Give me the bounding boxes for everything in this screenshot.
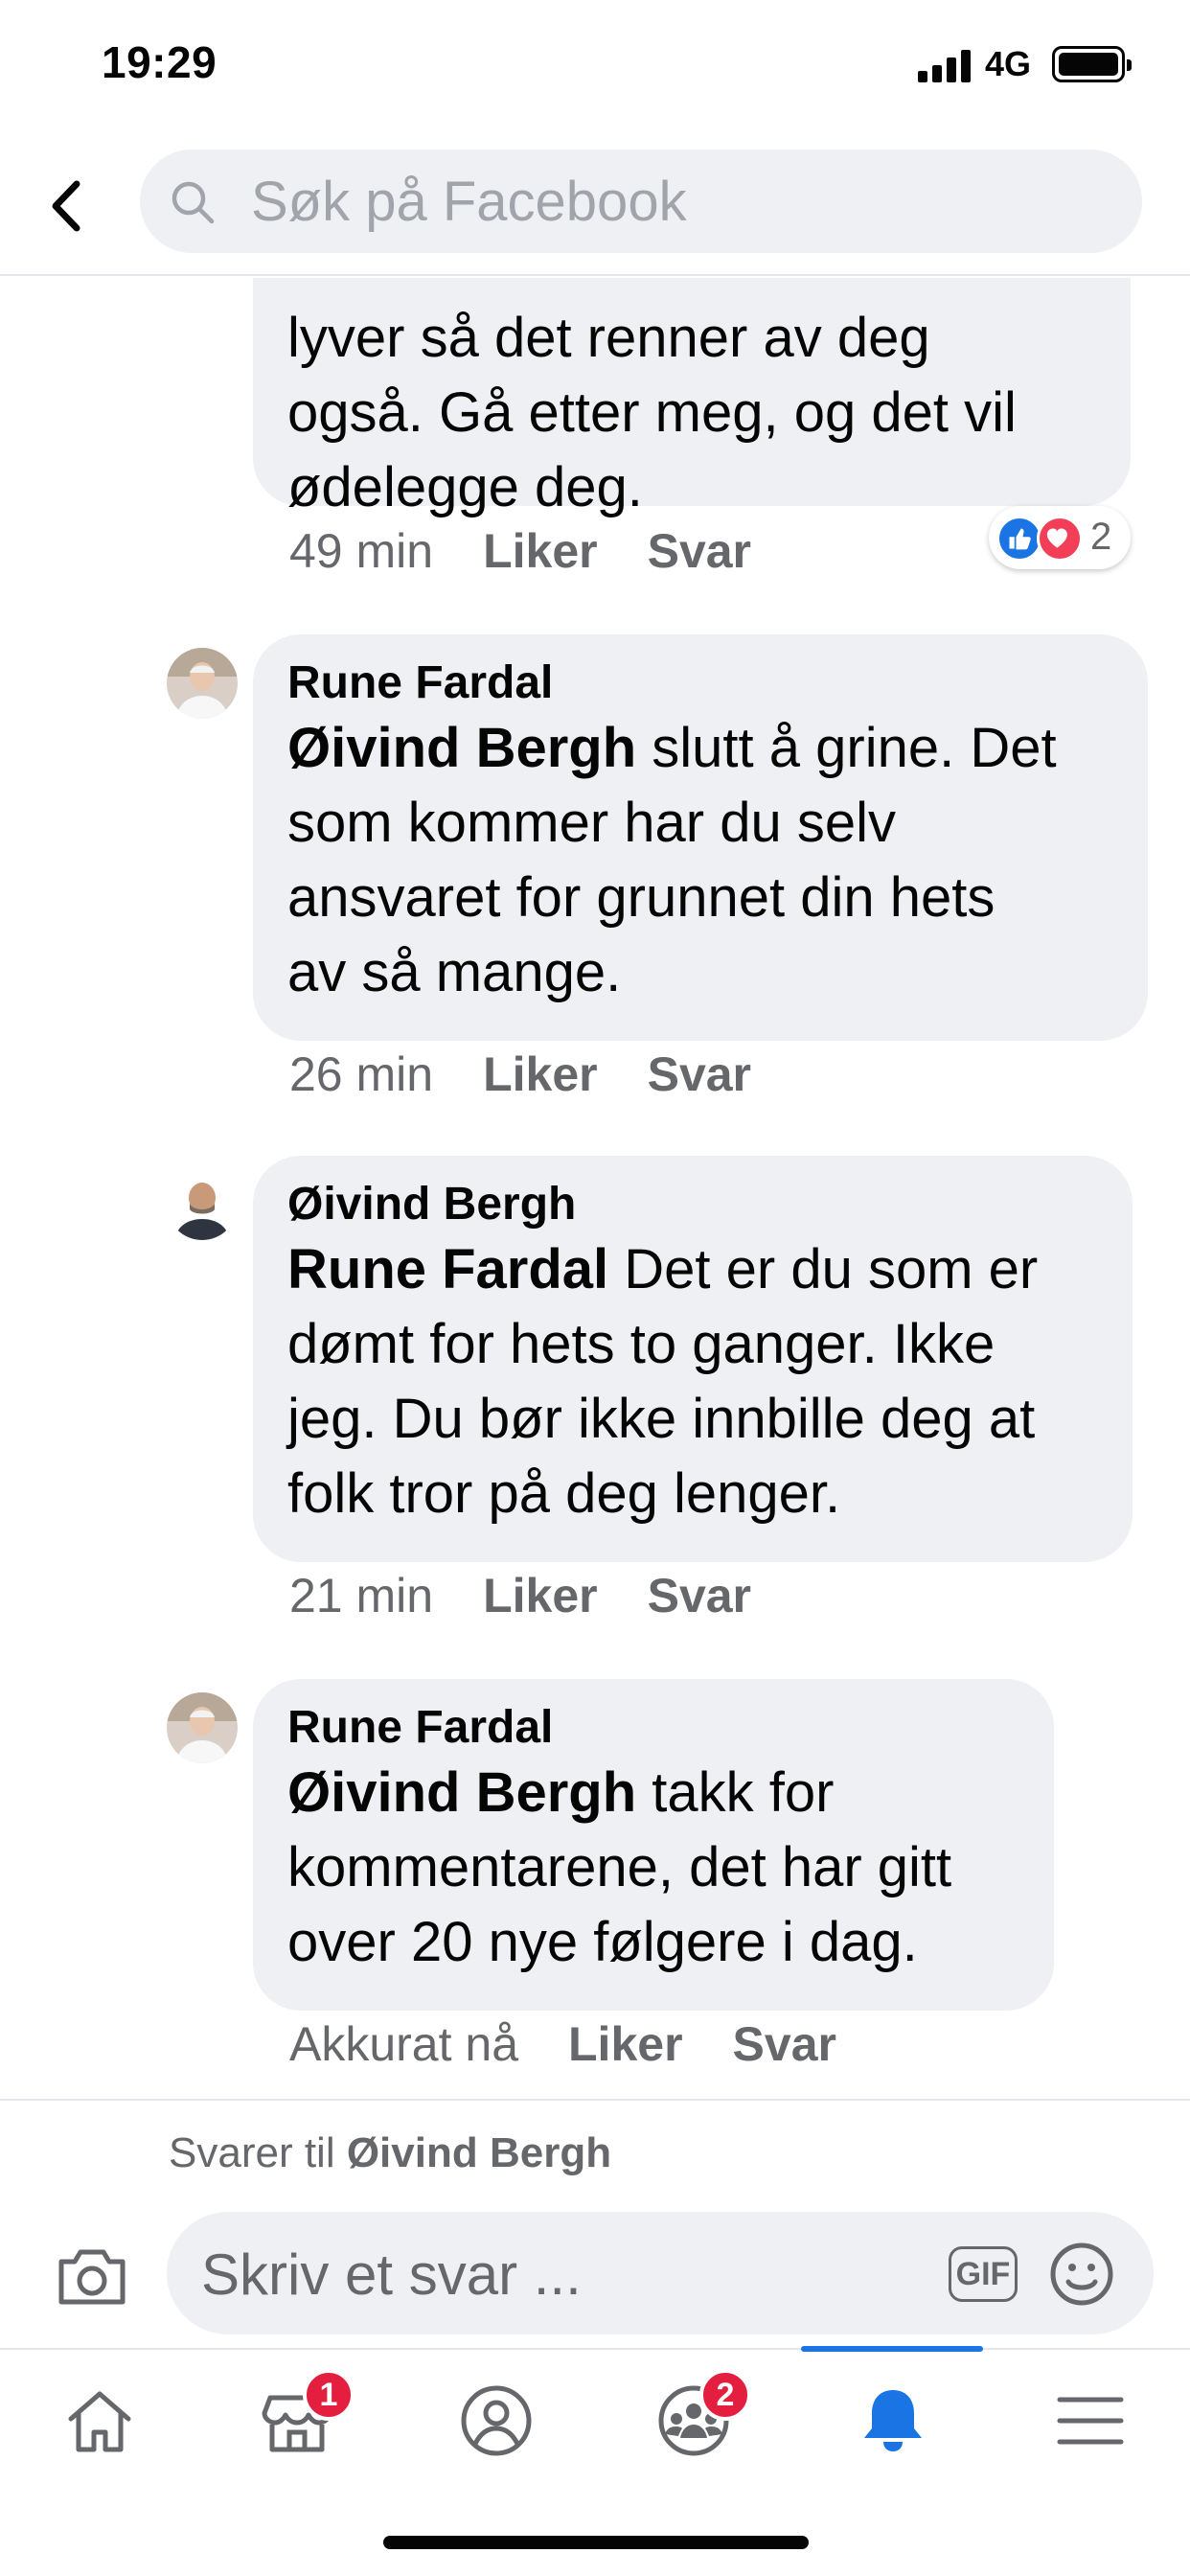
search-icon	[172, 181, 215, 224]
comment-text: lyver så det renner av deg også. Gå ette…	[287, 307, 1017, 518]
chevron-left-icon	[52, 180, 80, 232]
tab-menu[interactable]	[1023, 2369, 1157, 2474]
like-button[interactable]: Liker	[483, 523, 598, 579]
comment-thread: lyver så det renner av deg også. Gå ette…	[0, 278, 1190, 2099]
reply-button[interactable]: Svar	[733, 2016, 836, 2072]
comment-bubble[interactable]: Rune Fardal Øivind Bergh takk for kommen…	[253, 1679, 1054, 2011]
tab-groups[interactable]: 2	[627, 2369, 761, 2474]
home-indicator[interactable]	[383, 2536, 809, 2549]
love-reaction-icon	[1037, 516, 1083, 562]
gif-button[interactable]: GIF	[949, 2246, 1018, 2302]
menu-icon	[1057, 2397, 1124, 2445]
like-reaction-icon	[996, 516, 1042, 562]
camera-icon	[58, 2249, 126, 2305]
emoji-button[interactable]	[1048, 2241, 1115, 2308]
comment-actions: 26 min Liker Svar	[289, 1046, 801, 1102]
header	[0, 134, 1190, 276]
reply-button[interactable]: Svar	[648, 523, 751, 579]
comment-text: Øivind Bergh slutt å grine. Det som komm…	[287, 717, 1057, 1003]
reply-button[interactable]: Svar	[648, 1046, 751, 1102]
comment-bubble[interactable]: Rune Fardal Øivind Bergh slutt å grine. …	[253, 634, 1148, 1041]
avatar[interactable]	[167, 1169, 238, 1240]
status-time: 19:29	[102, 37, 217, 87]
comment-text: Rune Fardal Det er du som er dømt for he…	[287, 1238, 1039, 1525]
mention-link[interactable]: Øivind Bergh	[287, 717, 636, 779]
back-button[interactable]	[44, 174, 92, 238]
active-tab-indicator	[801, 2346, 983, 2352]
like-button[interactable]: Liker	[483, 1568, 598, 1623]
bell-icon	[864, 2390, 922, 2451]
comment-author[interactable]: Øivind Bergh	[287, 1177, 1098, 1232]
like-button[interactable]: Liker	[568, 2016, 683, 2072]
tab-marketplace[interactable]: 1	[230, 2369, 364, 2474]
comment-text: Øivind Bergh takk for kommentarene, det …	[287, 1761, 952, 1973]
comment-time: 26 min	[289, 1047, 434, 1101]
mention-link[interactable]: Rune Fardal	[287, 1238, 608, 1300]
reply-input[interactable]	[201, 2241, 929, 2308]
comment-time: 49 min	[289, 524, 434, 578]
replying-to-name[interactable]: Øivind Bergh	[347, 2129, 611, 2176]
comment-time: Akkurat nå	[289, 2017, 519, 2071]
search-bar[interactable]	[140, 150, 1142, 253]
camera-button[interactable]	[56, 2244, 128, 2308]
notification-badge: 2	[699, 2369, 751, 2421]
reply-composer: Svarer til Øivind Bergh GIF	[0, 2099, 1190, 2348]
search-input[interactable]	[251, 171, 1113, 232]
tab-profile[interactable]	[429, 2369, 563, 2474]
tab-notifications[interactable]	[826, 2369, 960, 2474]
avatar[interactable]	[167, 648, 238, 719]
tab-home[interactable]	[33, 2369, 167, 2474]
like-button[interactable]: Liker	[483, 1046, 598, 1102]
network-label: 4G	[985, 44, 1032, 83]
avatar[interactable]	[167, 1692, 238, 1763]
comment-author[interactable]: Rune Fardal	[287, 1700, 1019, 1756]
reply-field[interactable]: GIF	[167, 2212, 1154, 2334]
comment-bubble[interactable]: Øivind Bergh Rune Fardal Det er du som e…	[253, 1156, 1133, 1562]
comment-actions: 21 min Liker Svar	[289, 1568, 801, 1623]
comment-time: 21 min	[289, 1569, 434, 1622]
emoji-icon	[1050, 2242, 1113, 2306]
reactions-badge[interactable]: 2	[989, 506, 1131, 569]
status-bar: 19:29 4G	[0, 0, 1190, 134]
reply-button[interactable]: Svar	[648, 1568, 751, 1623]
notification-badge: 1	[303, 2369, 355, 2421]
home-icon	[68, 2391, 131, 2452]
profile-icon	[461, 2385, 532, 2456]
reaction-count: 2	[1090, 516, 1112, 558]
signal-icon	[918, 50, 972, 82]
comment-actions: 49 min Liker Svar	[289, 523, 801, 579]
comment-author[interactable]: Rune Fardal	[287, 656, 1113, 711]
mention-link[interactable]: Øivind Bergh	[287, 1761, 636, 1824]
battery-icon	[1052, 46, 1132, 82]
replying-to-label: Svarer til Øivind Bergh	[169, 2129, 612, 2176]
comment-bubble[interactable]: lyver så det renner av deg også. Gå ette…	[253, 278, 1131, 518]
comment-actions: Akkurat nå Liker Svar	[289, 2016, 886, 2072]
